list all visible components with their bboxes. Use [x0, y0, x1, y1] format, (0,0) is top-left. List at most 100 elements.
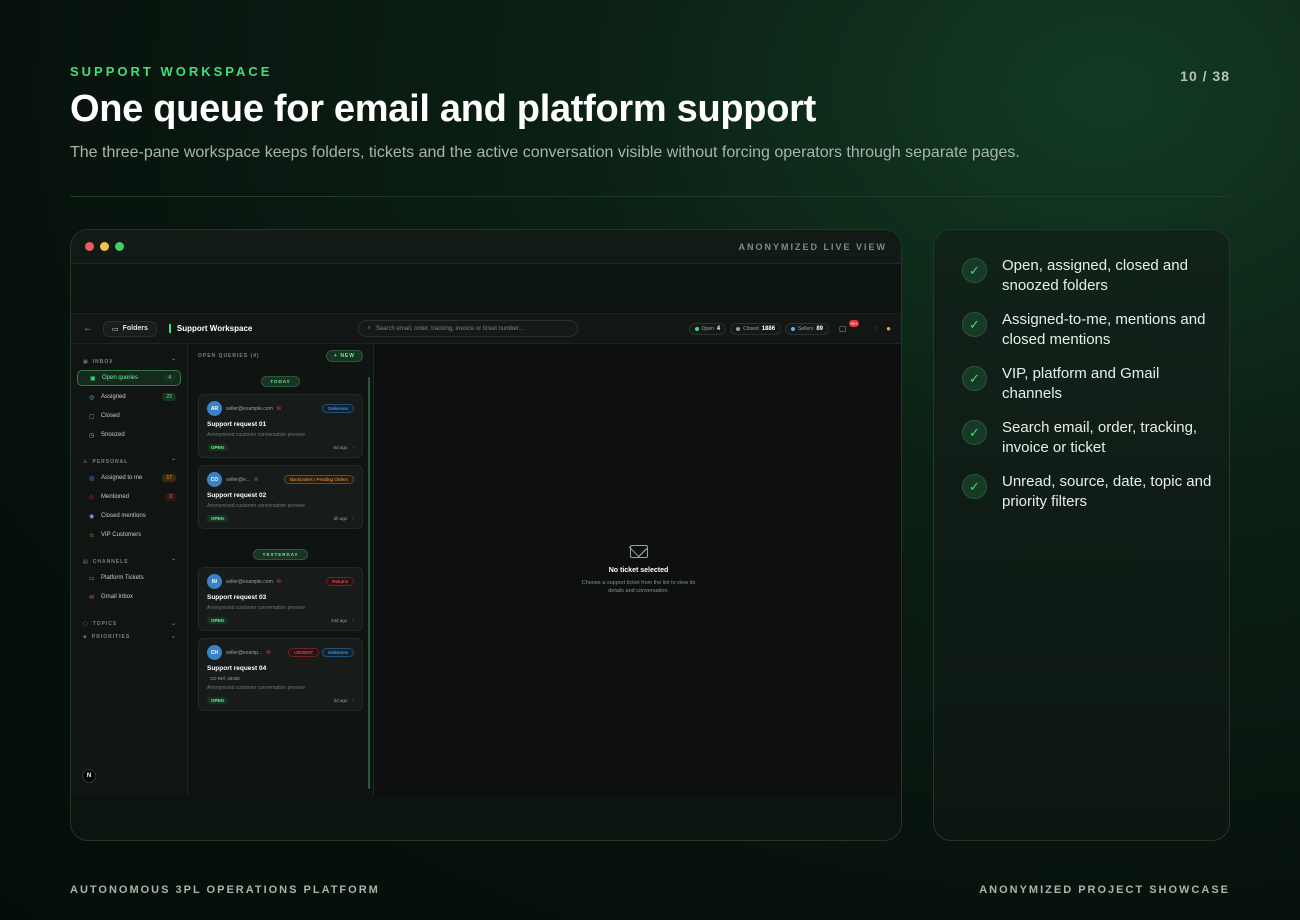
ticket-preview: Anonymized customer conversation preview — [207, 503, 305, 509]
page-subtitle: The three-pane workspace keeps folders, … — [70, 144, 1020, 161]
section-label: CHANNELS — [92, 558, 129, 565]
chevron-down-icon: ⌄ — [170, 634, 177, 640]
feature-item: ✓ Assigned-to-me, mentions and closed men… — [962, 310, 1229, 350]
ticket-list: OPEN QUERIES (4) + NEW TODAY AR seller@exa… — [188, 344, 374, 795]
list-header: OPEN QUERIES (4) + NEW — [198, 344, 363, 368]
user-icon: ◎ — [89, 475, 95, 482]
sidebar-item-label: Assigned — [101, 394, 126, 400]
ticket-card[interactable]: IN seller@example.com ✉ Returns Support req… — [198, 567, 363, 631]
section-channels[interactable]: ▤ CHANNELS ⌃ — [83, 558, 181, 566]
page-number: 10 / 38 — [1180, 68, 1230, 84]
folder-icon: ▭ — [112, 325, 119, 333]
avatar[interactable]: N — [82, 769, 96, 783]
count-badge: 4 — [164, 374, 175, 382]
status-badge: OPEN — [207, 617, 228, 624]
page-title: One queue for email and platform support — [70, 88, 816, 130]
section-priorities[interactable]: ◈ PRIORITIES ⌄ — [83, 633, 181, 641]
sidebar-item-closed[interactable]: ▢ Closed — [77, 408, 181, 424]
stat-label: Sellers — [798, 325, 814, 332]
mail-icon: ✉ — [276, 405, 281, 412]
status-badge: OPEN — [207, 444, 228, 451]
stat-value: 4 — [716, 325, 721, 332]
back-arrow-icon[interactable]: ← — [83, 323, 93, 334]
shield-icon[interactable]: ◌ — [873, 324, 878, 333]
section-personal[interactable]: ♙ PERSONAL ⌃ — [83, 458, 181, 466]
ticket-title: Support request 01 — [207, 421, 267, 428]
empty-state-title: No ticket selected — [608, 566, 669, 574]
stat-label: Open — [701, 325, 714, 332]
maximize-dot[interactable] — [115, 242, 124, 251]
sidebar-item-gmail-inbox[interactable]: ✉ Gmail Inbox — [77, 589, 181, 605]
chat-icon[interactable]: ▢ — [839, 324, 847, 333]
topic-icon: ▢ — [83, 620, 89, 627]
list-header-label: OPEN QUERIES (4) — [198, 353, 260, 359]
star-icon: ☆ — [89, 532, 95, 539]
chevron-right-icon: › — [352, 617, 354, 624]
settings-icon[interactable]: ● — [886, 324, 891, 333]
sidebar-item-vip-customers[interactable]: ☆ VIP Customers — [77, 527, 181, 543]
section-label: TOPICS — [92, 620, 118, 627]
sidebar-item-assigned[interactable]: ◎ Assigned 22 — [77, 389, 181, 405]
lock-icon: ▢ — [89, 413, 95, 420]
section-inbox[interactable]: ▣ INBOX ⌃ — [83, 358, 181, 366]
frame-label: ANONYMIZED LIVE VIEW — [738, 241, 887, 252]
close-dot[interactable] — [85, 242, 94, 251]
check-icon: ✓ — [962, 474, 987, 499]
folders-button[interactable]: ▭ Folders — [103, 320, 157, 337]
ticket-title: Support request 03 — [207, 594, 267, 601]
ticket-age: 6d ago — [333, 445, 348, 450]
stat-sellers[interactable]: Sellers 89 — [785, 322, 830, 335]
ticket-email: seller@example.com — [226, 578, 273, 585]
minimize-dot[interactable] — [100, 242, 109, 251]
day-separator: TODAY — [261, 376, 300, 387]
footer-right: ANONYMIZED PROJECT SHOWCASE — [979, 884, 1230, 896]
feature-item: ✓ Unread, source, date, topic and priorit… — [962, 472, 1229, 512]
sidebar-item-platform-tickets[interactable]: ▭ Platform Tickets — [77, 570, 181, 586]
sidebar-item-closed-mentions[interactable]: ◉ Closed mentions — [77, 508, 181, 524]
folders-label: Folders — [122, 325, 148, 332]
mail-icon: ✉ — [266, 649, 271, 656]
avatar: CH — [207, 645, 222, 660]
empty-state-desc: Choose a support ticket from the list to… — [581, 579, 696, 594]
chevron-right-icon: › — [352, 697, 354, 704]
clock-icon: ◷ — [89, 432, 95, 439]
priority-icon: ◈ — [83, 633, 88, 640]
topbar-icons: ▢ 99+ ◌ ● — [839, 320, 891, 333]
footer-left: AUTONOMOUS 3PL OPERATIONS PLATFORM — [70, 884, 380, 896]
chevron-up-icon: ⌃ — [170, 559, 177, 565]
section-topics[interactable]: ▢ TOPICS ⌄ — [83, 620, 181, 628]
feature-item: ✓ VIP, platform and Gmail channels — [962, 364, 1229, 404]
feature-item: ✓ Search email, order, tracking, invoice … — [962, 418, 1229, 458]
search-input[interactable]: ⌕ Search email, order, tracking, invoice… — [358, 320, 579, 337]
ticket-preview: Anonymized customer conversation preview — [207, 685, 305, 691]
new-ticket-button[interactable]: + NEW — [326, 350, 363, 362]
ticket-age: 44d ago — [331, 618, 348, 623]
sidebar-item-label: Mentioned — [101, 494, 130, 500]
stat-open[interactable]: Open 4 — [688, 322, 727, 335]
ticket-age: 3d ago — [333, 698, 348, 703]
feature-text: Search email, order, tracking, invoice o… — [1002, 419, 1198, 456]
stat-closed[interactable]: Closed 1886 — [730, 322, 782, 335]
day-separator: YESTERDAY — [253, 549, 308, 560]
ticket-card[interactable]: CH seller@examp... ✉ URGENT Deliveries Suppo… — [198, 638, 363, 711]
ticket-card[interactable]: CO seller@e... ✉ Backorders / Pending Order… — [198, 465, 363, 529]
stat-value: 1886 — [761, 325, 776, 332]
stat-group: Open 4 Closed 1886 Sellers 89 — [685, 322, 830, 335]
mail-icon: ✉ — [276, 578, 281, 585]
scrollbar[interactable] — [368, 377, 370, 789]
user-icon: ◎ — [89, 394, 95, 401]
feature-item: ✓ Open, assigned, closed and snoozed fold… — [962, 256, 1229, 296]
sidebar-item-assigned-to-me[interactable]: ◎ Assigned to me 17 — [77, 470, 181, 486]
count-badge: 17 — [162, 474, 176, 482]
ticket-preview: Anonymized customer conversation preview — [207, 605, 305, 611]
ticket-tag: Deliveries — [322, 404, 354, 413]
feature-text: VIP, platform and Gmail channels — [1002, 365, 1160, 402]
ticket-tag: Returns — [326, 577, 354, 586]
sidebar-item-open-queries[interactable]: ▣ Open queries 4 — [77, 370, 181, 386]
sidebar-item-mentioned[interactable]: ◇ Mentioned 3 — [77, 489, 181, 505]
sidebar-item-snoozed[interactable]: ◷ Snoozed — [77, 427, 181, 443]
avatar: CO — [207, 472, 222, 487]
workspace-title: Support Workspace — [168, 324, 252, 333]
ticket-card[interactable]: AR seller@example.com ✉ Deliveries Support … — [198, 394, 363, 458]
avatar: IN — [207, 574, 222, 589]
